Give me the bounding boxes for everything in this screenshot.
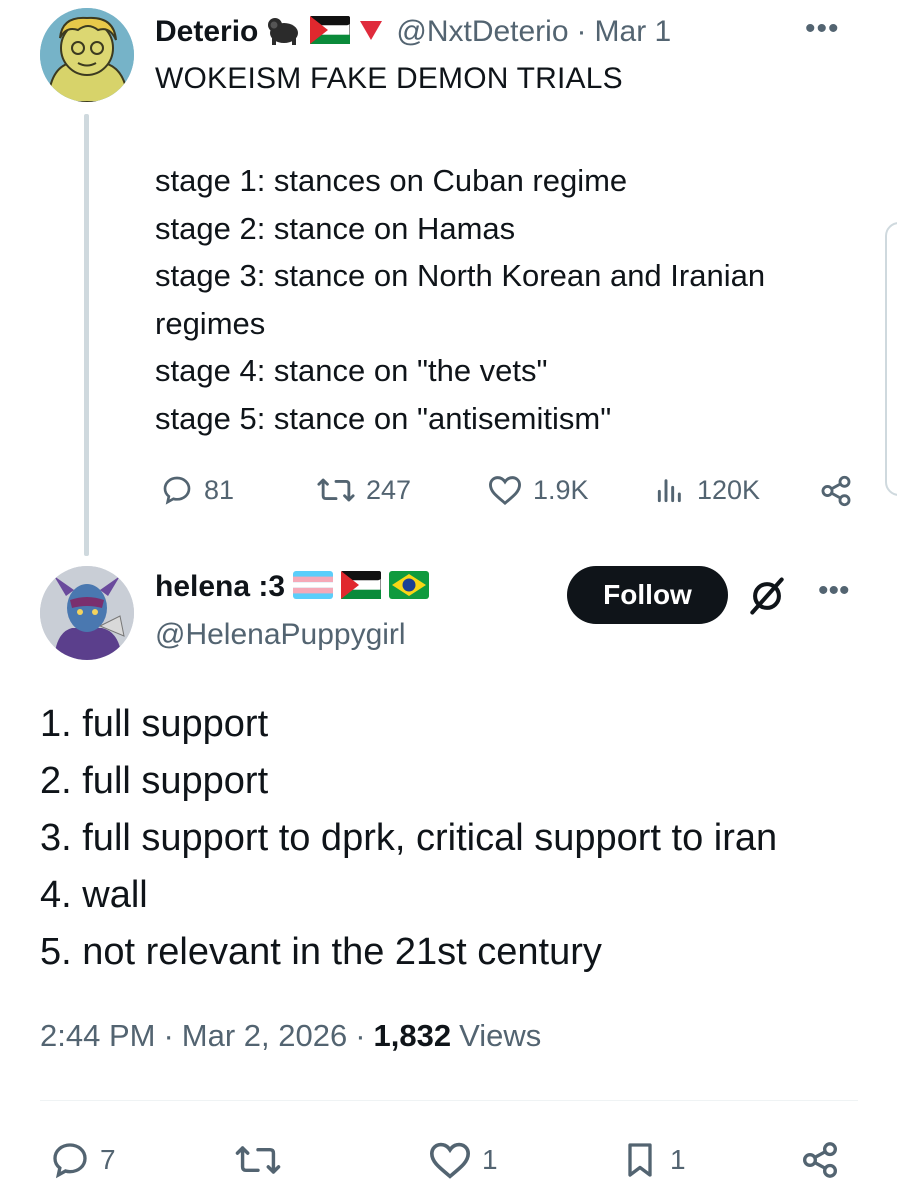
palestine-flag-icon [309,15,351,49]
views-count: 1,832 [373,1018,452,1053]
views-button[interactable]: 120K [653,474,760,506]
share-icon [802,1142,838,1178]
display-name[interactable]: helena :3 [155,570,285,604]
avatar-illustration [40,8,134,102]
grok-icon[interactable] [745,574,789,623]
bookmark-count: 1 [670,1144,686,1175]
repost-button[interactable] [234,1140,292,1180]
more-options-button[interactable]: ••• [818,574,850,608]
brazil-flag-icon [389,570,430,604]
share-icon [821,475,851,507]
repost-icon [317,478,355,502]
meta-separator: · [163,1018,174,1053]
red-triangle-icon [358,18,384,47]
follow-button[interactable]: Follow [567,566,728,624]
like-count: 1 [482,1144,498,1175]
heart-icon [429,1142,471,1179]
tweet-title: WOKEISM FAKE DEMON TRIALS [155,62,623,95]
repost-icon [235,1146,281,1174]
tweet-date[interactable]: Mar 2, 2026 [182,1018,347,1054]
share-button[interactable] [800,1140,840,1185]
avatar-helena[interactable] [40,566,134,660]
handle[interactable]: @HelenaPuppygirl [155,618,406,652]
parent-tweet-header: Deterio @NxtDeterio · Mar 1 [155,12,671,52]
repost-button[interactable]: 247 [316,474,411,506]
date-separator: · [576,15,587,48]
reply-button[interactable]: 81 [160,474,234,506]
tweet-body: 1. full support 2. full support 3. full … [40,703,778,973]
views-count: 120K [697,474,761,505]
thread-line [84,114,89,556]
like-button[interactable]: 1 [428,1140,498,1180]
avatar-deterio[interactable] [40,8,134,102]
divider [40,1100,858,1101]
reply-count: 7 [100,1144,116,1175]
reply-name-row: helena :3 [155,570,430,604]
trans-flag-icon [293,570,334,604]
bookmark-icon [628,1143,652,1177]
share-button[interactable] [818,474,854,513]
bookmark-button[interactable]: 1 [620,1140,686,1180]
scrollbar-edge[interactable] [885,222,897,496]
display-name[interactable]: Deterio [155,15,258,49]
more-options-button[interactable]: ••• [805,12,840,46]
heart-icon [488,476,522,505]
views-label: Views [459,1018,542,1053]
gorilla-emoji [266,15,302,50]
reply-count: 81 [204,474,235,505]
palestine-flag-icon [340,570,382,604]
reply-icon [53,1143,87,1179]
avatar-illustration [40,566,134,660]
like-count: 1.9K [533,474,589,505]
reply-button[interactable]: 7 [50,1140,116,1180]
tweet-body: stage 1: stances on Cuban regime stage 2… [155,163,766,436]
reply-icon [163,476,191,505]
like-button[interactable]: 1.9K [487,474,589,506]
tweet-meta: 2:44 PM · Mar 2, 2026 · 1,832 Views [40,1018,541,1054]
analytics-icon [657,479,681,503]
tweet-time[interactable]: 2:44 PM [40,1018,155,1054]
tweet-date[interactable]: Mar 1 [595,15,672,49]
handle[interactable]: @NxtDeterio [396,15,568,49]
repost-count: 247 [366,474,412,505]
meta-separator: · [355,1018,366,1053]
